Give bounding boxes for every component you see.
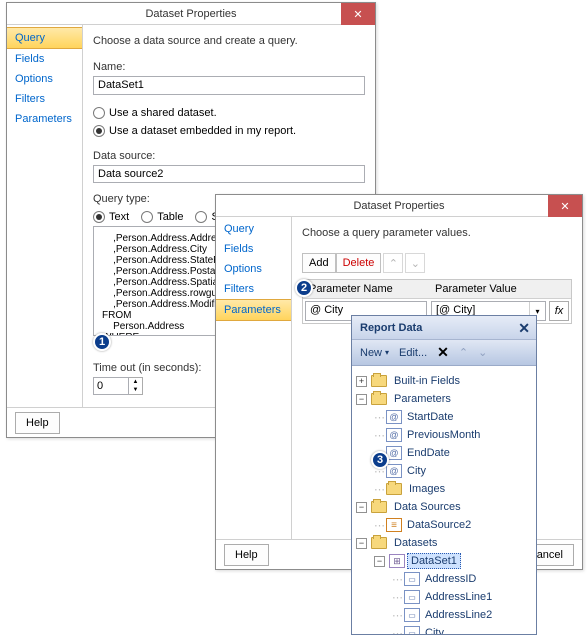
tree-item[interactable]: ⋯AddressID [356, 570, 532, 588]
callout-1: 1 [93, 333, 111, 351]
nav-options[interactable]: Options [216, 259, 291, 279]
nav-parameters[interactable]: Parameters [7, 109, 82, 129]
radio-icon [93, 125, 105, 137]
help-button[interactable]: Help [224, 544, 269, 566]
embedded-dataset-radio[interactable]: Use a dataset embedded in my report. [93, 125, 365, 137]
tree-item-datasources[interactable]: −Data Sources [356, 498, 532, 516]
move-up-button[interactable]: ⌃ [383, 253, 403, 273]
field-icon [404, 626, 420, 634]
tree-item[interactable]: ⋯StartDate [356, 408, 532, 426]
close-button[interactable]: ✕ [548, 195, 582, 217]
report-data-title: Report Data ✕ [352, 316, 536, 340]
tree-item-builtin[interactable]: +Built-in Fields [356, 372, 532, 390]
collapse-icon[interactable]: − [374, 556, 385, 567]
querytype-text-radio[interactable]: Text [93, 211, 129, 223]
expression-button[interactable]: fx [549, 301, 569, 321]
radio-icon [93, 211, 105, 223]
help-button[interactable]: Help [15, 412, 60, 434]
report-data-panel: Report Data ✕ New▾ Edit... ✕ ⌃ ⌄ +Built-… [351, 315, 537, 635]
radio-label: Text [109, 211, 129, 223]
callout-2: 2 [295, 279, 313, 297]
tree-item[interactable]: ⋯DataSource2 [356, 516, 532, 534]
nav-parameters[interactable]: Parameters [216, 299, 291, 321]
nav-fields[interactable]: Fields [216, 239, 291, 259]
name-input[interactable] [93, 76, 365, 95]
description: Choose a data source and create a query. [93, 35, 365, 47]
close-button[interactable]: ✕ [518, 320, 530, 337]
side-nav: Query Fields Options Filters Parameters [216, 217, 292, 569]
move-down-button[interactable]: ⌄ [405, 253, 425, 273]
field-icon [404, 590, 420, 604]
tree-item[interactable]: ⋯AddressLine2 [356, 606, 532, 624]
delete-icon[interactable]: ✕ [437, 344, 449, 361]
querytype-table-radio[interactable]: Table [141, 211, 183, 223]
field-icon [404, 608, 420, 622]
tree-item-parameters[interactable]: −Parameters [356, 390, 532, 408]
spinner-down[interactable]: ▼ [129, 386, 142, 394]
nav-filters[interactable]: Filters [7, 89, 82, 109]
datasource-combo[interactable]: Data source2 [93, 165, 365, 184]
folder-icon [371, 393, 387, 405]
tree-item-datasets[interactable]: −Datasets [356, 534, 532, 552]
edit-button[interactable]: Edit... [399, 347, 427, 359]
delete-button[interactable]: Delete [336, 253, 382, 273]
name-label: Name: [93, 61, 365, 73]
panel-title-text: Report Data [360, 322, 422, 334]
chevron-down-icon: ▾ [385, 348, 389, 357]
report-toolbar: New▾ Edit... ✕ ⌃ ⌄ [352, 340, 536, 366]
close-button[interactable]: ✕ [341, 3, 375, 25]
collapse-icon[interactable]: − [356, 538, 367, 549]
col-parameter-value: Parameter Value [429, 280, 571, 298]
add-button[interactable]: Add [302, 253, 336, 273]
close-icon: ✕ [353, 8, 362, 21]
radio-label: Table [157, 211, 183, 223]
datasource-icon [386, 518, 402, 532]
report-tree: +Built-in Fields −Parameters ⋯StartDate … [352, 366, 536, 634]
dialog-title: Dataset Properties [145, 8, 236, 20]
folder-icon [371, 501, 387, 513]
parameter-icon [386, 464, 402, 478]
description: Choose a query parameter values. [302, 227, 572, 239]
folder-icon [386, 483, 402, 495]
folder-icon [371, 537, 387, 549]
datasource-value: Data source2 [94, 166, 364, 183]
move-down-icon[interactable]: ⌄ [478, 346, 487, 359]
tree-item[interactable]: ⋯AddressLine1 [356, 588, 532, 606]
expand-icon[interactable]: + [356, 376, 367, 387]
tree-item-images[interactable]: ⋯Images [356, 480, 532, 498]
close-icon: ✕ [560, 200, 569, 213]
parameter-icon [386, 428, 402, 442]
datasource-label: Data source: [93, 150, 365, 162]
radio-label: Use a dataset embedded in my report. [109, 125, 296, 137]
folder-icon [371, 375, 387, 387]
dataset-icon [389, 554, 405, 568]
timeout-input[interactable] [93, 377, 129, 395]
parameter-icon [386, 410, 402, 424]
tree-item[interactable]: ⋯City [356, 624, 532, 634]
tree-item[interactable]: ⋯PreviousMonth [356, 426, 532, 444]
tree-item-dataset1[interactable]: −DataSet1 [356, 552, 532, 570]
titlebar: Dataset Properties ✕ [216, 195, 582, 217]
collapse-icon[interactable]: − [356, 502, 367, 513]
shared-dataset-radio[interactable]: Use a shared dataset. [93, 107, 365, 119]
nav-options[interactable]: Options [7, 69, 82, 89]
collapse-icon[interactable]: − [356, 394, 367, 405]
titlebar: Dataset Properties ✕ [7, 3, 375, 25]
radio-icon [141, 211, 153, 223]
dialog-title: Dataset Properties [353, 200, 444, 212]
radio-icon [93, 107, 105, 119]
spinner-up[interactable]: ▲ [129, 378, 142, 386]
callout-3: 3 [371, 451, 389, 469]
col-parameter-name: Parameter Name [303, 280, 429, 298]
side-nav: Query Fields Options Filters Parameters [7, 25, 83, 437]
nav-filters[interactable]: Filters [216, 279, 291, 299]
nav-query[interactable]: Query [7, 27, 82, 49]
radio-icon [195, 211, 207, 223]
nav-query[interactable]: Query [216, 219, 291, 239]
nav-fields[interactable]: Fields [7, 49, 82, 69]
radio-label: Use a shared dataset. [109, 107, 217, 119]
new-button[interactable]: New▾ [360, 347, 389, 359]
move-up-icon[interactable]: ⌃ [459, 346, 468, 359]
field-icon [404, 572, 420, 586]
